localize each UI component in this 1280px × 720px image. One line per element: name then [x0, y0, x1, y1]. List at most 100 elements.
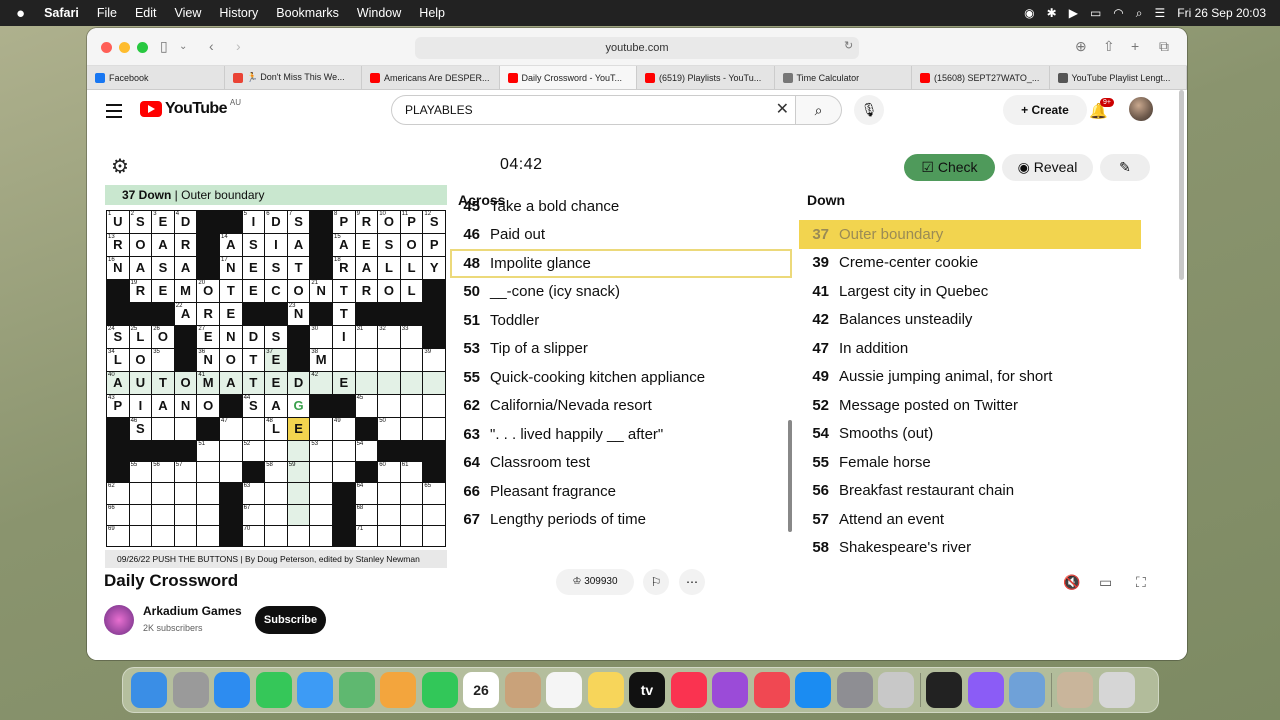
settings-icon[interactable]	[836, 672, 873, 708]
grid-cell[interactable]: 37 E	[265, 349, 287, 371]
grid-cell[interactable]: 36 N	[197, 349, 219, 371]
grid-cell[interactable]: 41 M	[197, 372, 219, 394]
grid-cell[interactable]	[152, 504, 174, 525]
menu-bookmarks[interactable]: Bookmarks	[267, 6, 348, 20]
grid-cell[interactable]: 27 E	[197, 326, 219, 348]
grid-cell[interactable]: 39	[423, 349, 445, 371]
grid-cell[interactable]: 7S	[287, 211, 310, 233]
avatar[interactable]	[1129, 97, 1153, 121]
back-icon[interactable]: ‹	[209, 38, 214, 54]
spotlight-search-icon[interactable]: ⌕	[1136, 6, 1143, 21]
grid-cell[interactable]: T	[242, 372, 265, 394]
down-clue-list[interactable]: 37 Outer boundary 39 Creme-center cookie 41 L…	[799, 220, 1141, 568]
grid-cell[interactable]	[423, 372, 445, 394]
grid-cell[interactable]	[378, 504, 400, 525]
menu-edit[interactable]: Edit	[126, 6, 166, 20]
grid-cell[interactable]	[423, 418, 445, 440]
finder-icon[interactable]	[131, 672, 167, 708]
gear-icon[interactable]: ⚙	[111, 154, 129, 179]
grid-cell[interactable]: 52	[242, 441, 265, 462]
grid-cell[interactable]	[310, 525, 332, 546]
chevron-down-icon[interactable]: ⌄	[179, 41, 187, 52]
grid-cell[interactable]: I	[333, 326, 355, 348]
grid-cell[interactable]	[242, 418, 265, 440]
grid-cell[interactable]: 8P	[333, 211, 355, 233]
grid-cell[interactable]: T	[242, 349, 265, 371]
down-clue[interactable]: 49 Aussie jumping animal, for short	[799, 363, 1141, 392]
grid-cell[interactable]: 10 O	[378, 211, 400, 233]
grid-cell[interactable]: A	[174, 257, 197, 279]
grid-cell[interactable]	[355, 372, 378, 394]
grid-cell[interactable]: 34 L	[107, 349, 129, 371]
across-clue[interactable]: 45 Take a bold chance	[450, 192, 792, 221]
fullscreen-icon[interactable]: ⛶	[1136, 574, 1146, 591]
grid-cell[interactable]	[265, 441, 287, 462]
grid-cell[interactable]: Y	[423, 257, 445, 279]
grid-cell[interactable]	[400, 395, 423, 417]
grid-cell[interactable]: 63	[242, 483, 265, 504]
grid-cell[interactable]: E	[220, 303, 242, 325]
grid-cell[interactable]: A	[265, 395, 287, 417]
grid-cell[interactable]	[378, 395, 400, 417]
grid-cell[interactable]	[152, 418, 174, 440]
grid-cell[interactable]: 40 A	[107, 372, 129, 394]
browser-tab[interactable]: Time Calculator	[775, 66, 912, 89]
menu-window[interactable]: Window	[348, 6, 410, 20]
record-icon[interactable]: ◉	[1024, 6, 1034, 20]
grid-cell[interactable]	[333, 441, 355, 462]
grid-cell[interactable]: 25 L	[129, 326, 152, 348]
grid-cell[interactable]: 56	[152, 462, 174, 483]
grid-cell[interactable]	[197, 483, 219, 504]
grid-cell[interactable]: 67	[242, 504, 265, 525]
grid-cell[interactable]	[129, 525, 152, 546]
grid-cell[interactable]	[378, 349, 400, 371]
messenger-icon[interactable]	[967, 672, 1004, 708]
mute-icon[interactable]: 🔇	[1063, 574, 1080, 591]
grid-cell[interactable]: A	[287, 234, 310, 256]
subscribe-button[interactable]: Subscribe	[255, 606, 326, 634]
grid-cell[interactable]	[355, 349, 378, 371]
grid-cell[interactable]: O	[129, 349, 152, 371]
music-icon[interactable]	[670, 672, 707, 708]
grid-cell[interactable]: 20 O	[197, 280, 219, 302]
across-clue-list[interactable]: 45 Take a bold chance 46 Paid out 48 Impolite…	[450, 192, 792, 540]
grid-cell[interactable]: 16 N	[107, 257, 129, 279]
grid-cell[interactable]	[400, 504, 423, 525]
trash-icon[interactable]	[1098, 672, 1135, 708]
grid-cell[interactable]: T	[333, 303, 355, 325]
grid-cell[interactable]: 65	[423, 483, 445, 504]
channel-name[interactable]: Arkadium Games	[143, 604, 242, 618]
grid-cell[interactable]: 50	[378, 418, 400, 440]
grid-cell[interactable]: M	[174, 280, 197, 302]
grid-cell[interactable]: 66	[107, 504, 129, 525]
grid-cell[interactable]: 14 A	[220, 234, 242, 256]
grid-cell[interactable]	[174, 483, 197, 504]
more-button[interactable]: ⋯	[679, 569, 705, 595]
theater-icon[interactable]: ▭	[1099, 574, 1112, 591]
grid-cell[interactable]: 60	[378, 462, 400, 483]
play-icon[interactable]: ▶	[1069, 6, 1078, 20]
across-clue[interactable]: 62 California/Nevada resort	[450, 392, 792, 421]
grid-cell[interactable]: 47	[220, 418, 242, 440]
notes-icon[interactable]	[587, 672, 624, 708]
grid-cell[interactable]: 64	[355, 483, 378, 504]
forward-icon[interactable]: ›	[236, 38, 241, 54]
grid-cell[interactable]: 61	[400, 462, 423, 483]
grid-cell[interactable]: 4D	[174, 211, 197, 233]
grid-cell[interactable]: A	[129, 257, 152, 279]
grid-cell[interactable]	[287, 525, 310, 546]
apple-menu-icon[interactable]: ●	[0, 5, 35, 22]
grid-cell[interactable]: 17 N	[220, 257, 242, 279]
grid-cell[interactable]: I	[265, 234, 287, 256]
close-window-button[interactable]	[101, 42, 112, 53]
downloads-icon[interactable]	[1057, 672, 1093, 708]
grid-cell[interactable]	[174, 504, 197, 525]
save-button[interactable]: ⚐	[643, 569, 669, 595]
grid-cell[interactable]: L	[378, 257, 400, 279]
grid-cell[interactable]	[197, 504, 219, 525]
grid-cell[interactable]: S	[242, 234, 265, 256]
grid-cell[interactable]: 43 P	[107, 395, 129, 417]
grid-cell[interactable]: O	[287, 280, 310, 302]
address-bar[interactable]: youtube.com	[415, 37, 859, 59]
grid-cell[interactable]: 58	[265, 462, 287, 483]
